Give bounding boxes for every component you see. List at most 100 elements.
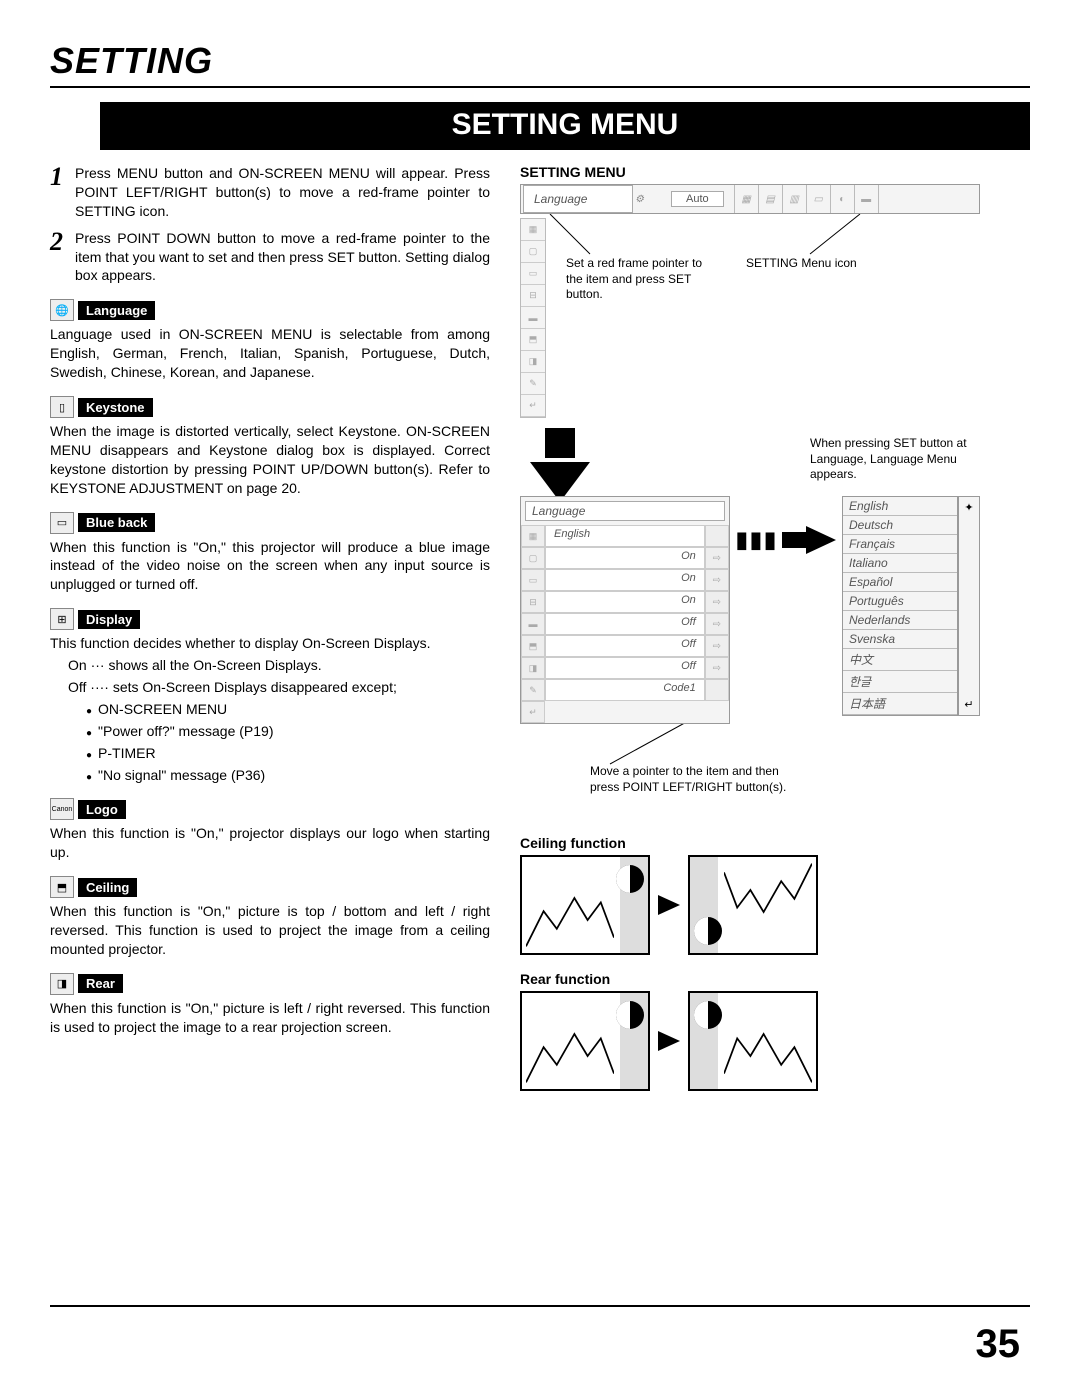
annotation-move-pointer: Move a pointer to the item and then pres… (590, 764, 790, 795)
dialog-icon: ▬ (521, 613, 545, 635)
moon-icon (694, 917, 722, 945)
section-language: 🌐 Language Language used in ON-SCREEN ME… (50, 299, 490, 382)
dialog-go-icon: ⇨ (705, 613, 729, 635)
dialog-value: On (545, 569, 705, 591)
annotation-language: When pressing SET button at Language, La… (810, 436, 970, 483)
language-item: Nederlands (843, 611, 957, 630)
dialog-value: Off (545, 657, 705, 679)
language-scrollbar: ✦ ↵ (958, 496, 980, 716)
annotation-pointer: Set a red frame pointer to the item and … (566, 256, 706, 418)
menu-icon: ▭ (807, 185, 831, 213)
menu-auto: Auto (661, 185, 735, 213)
menu-setting-icon: ⚙ (635, 194, 661, 205)
logo-body: When this function is "On," projector di… (50, 824, 490, 862)
dialog-go-icon: ⇨ (705, 569, 729, 591)
language-item: 中文 (843, 649, 957, 671)
side-icon: ⊟ (521, 285, 545, 307)
moon-icon (616, 865, 644, 893)
step-number: 2 (50, 229, 63, 286)
keystone-body: When the image is distorted vertically, … (50, 422, 490, 498)
dialog-value: On (545, 547, 705, 569)
ceiling-icon: ⬒ (50, 876, 74, 898)
menu-auto-label: Auto (671, 191, 724, 207)
section-keystone: ▯ Keystone When the image is distorted v… (50, 396, 490, 498)
dialog-icon: ↵ (521, 701, 545, 723)
language-item: Italiano (843, 554, 957, 573)
side-icon: ▬ (521, 307, 545, 329)
display-bullet: "No signal" message (P36) (86, 766, 490, 785)
logo-icon: Canon (50, 798, 74, 820)
dialog-value: Off (545, 635, 705, 657)
page-title: SETTING (50, 40, 1030, 88)
menu-icon: ▬ (855, 185, 879, 213)
footer-rule (50, 1305, 1030, 1307)
moon-icon (694, 1001, 722, 1029)
display-bullet: "Power off?" message (P19) (86, 722, 490, 741)
side-icon: ↵ (521, 395, 545, 417)
ceiling-function-title: Ceiling function (520, 835, 980, 851)
dialog-icon: ▭ (521, 569, 545, 591)
rear-function-title: Rear function (520, 971, 980, 987)
dialog-value: Off (545, 613, 705, 635)
language-item: 日本語 (843, 693, 957, 715)
language-body: Language used in ON-SCREEN MENU is selec… (50, 325, 490, 382)
language-item: English (843, 497, 957, 516)
language-item: 한글 (843, 671, 957, 693)
display-icon: ⊞ (50, 608, 74, 630)
arrow-right-icon (782, 532, 806, 548)
blueback-icon: ▭ (50, 512, 74, 534)
display-off-line: Off ···· sets On-Screen Displays disappe… (68, 678, 490, 697)
display-bullet: P-TIMER (86, 744, 490, 763)
language-item: Svenska (843, 630, 957, 649)
dialog-go-icon (705, 679, 729, 701)
dialog-go-icon: ⇨ (705, 591, 729, 613)
projection-normal (520, 991, 650, 1091)
menu-bar-label: Language (523, 185, 633, 213)
ceiling-function-block: Ceiling function (520, 835, 980, 955)
menu-icon: ▦ (735, 185, 759, 213)
section-ceiling: ⬒ Ceiling When this function is "On," pi… (50, 876, 490, 959)
dialog-value: On (545, 591, 705, 613)
arrow-right-icon (806, 526, 836, 554)
display-intro: This function decides whether to display… (50, 634, 490, 653)
dialog-icon: ◨ (521, 657, 545, 679)
step-text: Press MENU button and ON-SCREEN MENU wil… (75, 164, 490, 221)
rear-icon: ◨ (50, 973, 74, 995)
side-icon: ▢ (521, 241, 545, 263)
dialog-icon: ▦ (521, 525, 545, 547)
rear-chip: Rear (78, 974, 123, 993)
display-on-line: On ··· shows all the On-Screen Displays. (68, 656, 490, 675)
arrow-right-dots: ▮▮▮ (736, 527, 778, 553)
side-icon-strip: ▦ ▢ ▭ ⊟ ▬ ⬒ ◨ ✎ ↵ (520, 218, 546, 418)
arrow-right-icon (658, 1031, 680, 1051)
section-logo: Canon Logo When this function is "On," p… (50, 798, 490, 862)
menu-icon: ▥ (783, 185, 807, 213)
language-icon: 🌐 (50, 299, 74, 321)
logo-chip: Logo (78, 800, 126, 819)
menu-bar: Language ⚙ Auto ▦ ▤ ▥ ▭ ◐ ▬ (520, 184, 980, 214)
projection-normal (520, 855, 650, 955)
rear-function-block: Rear function (520, 971, 980, 1091)
language-item: Deutsch (843, 516, 957, 535)
side-icon: ⬒ (521, 329, 545, 351)
side-icon: ▭ (521, 263, 545, 285)
setting-dialog: Language ▦English ▢On⇨ ▭On⇨ ⊟On⇨ ▬Off⇨ ⬒… (520, 496, 730, 724)
language-item: Français (843, 535, 957, 554)
dialog-icon: ✎ (521, 679, 545, 701)
keystone-icon: ▯ (50, 396, 74, 418)
side-icon: ✎ (521, 373, 545, 395)
moon-icon (616, 1001, 644, 1029)
dialog-icon: ⬒ (521, 635, 545, 657)
right-column: SETTING MENU Language ⚙ Auto ▦ ▤ ▥ ▭ ◐ ▬ (520, 164, 980, 1091)
blueback-chip: Blue back (78, 513, 155, 532)
language-item: Português (843, 592, 957, 611)
language-chip: Language (78, 301, 155, 320)
display-bullet: ON-SCREEN MENU (86, 700, 490, 719)
dialog-go-icon (705, 701, 729, 723)
section-rear: ◨ Rear When this function is "On," pictu… (50, 973, 490, 1037)
dialog-go-icon: ⇨ (705, 547, 729, 569)
language-item: Español (843, 573, 957, 592)
banner-title: SETTING MENU (100, 102, 1030, 150)
arrow-down-icon (545, 428, 575, 458)
dialog-value: English (545, 525, 705, 547)
